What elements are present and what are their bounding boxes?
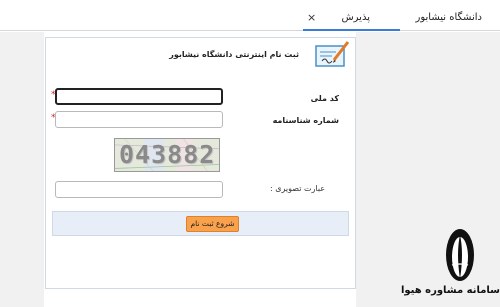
captcha-code: 043882: [119, 140, 216, 169]
tab-university-label: دانشگاه نیشابور: [415, 12, 482, 23]
id-card-number-input[interactable]: [55, 111, 223, 128]
registration-form: ثبت نام اینترنتی دانشگاه نیشابور * کد مل…: [45, 37, 356, 289]
tab-university[interactable]: دانشگاه نیشابور: [405, 0, 500, 31]
id-card-number-label: شماره شناسنامه: [272, 116, 339, 125]
close-icon[interactable]: ×: [307, 11, 316, 24]
submit-bar: شروع ثبت نام: [52, 211, 349, 236]
left-gutter: [0, 32, 44, 307]
captcha-image: 043882: [114, 138, 220, 172]
captcha-label: عبارت تصویری :: [270, 184, 325, 193]
captcha-input[interactable]: [55, 181, 223, 198]
tab-admission-label: پذیرش: [341, 12, 370, 23]
tab-bar: دانشگاه نیشابور پذیرش ×: [0, 0, 500, 31]
hiva-logo-icon: [446, 229, 474, 281]
form-title: ثبت نام اینترنتی دانشگاه نیشابور: [169, 50, 299, 59]
start-registration-button[interactable]: شروع ثبت نام: [186, 216, 239, 232]
browser-window: دانشگاه نیشابور پذیرش × ثبت نام اینترنتی…: [0, 0, 500, 307]
national-code-input[interactable]: [55, 88, 223, 105]
tab-admission[interactable]: پذیرش ×: [303, 0, 400, 31]
national-code-label: کد ملی: [310, 94, 339, 103]
form-signature-icon: [315, 41, 350, 67]
brand-caption: سامانه مشاوره هیوا: [400, 285, 500, 296]
